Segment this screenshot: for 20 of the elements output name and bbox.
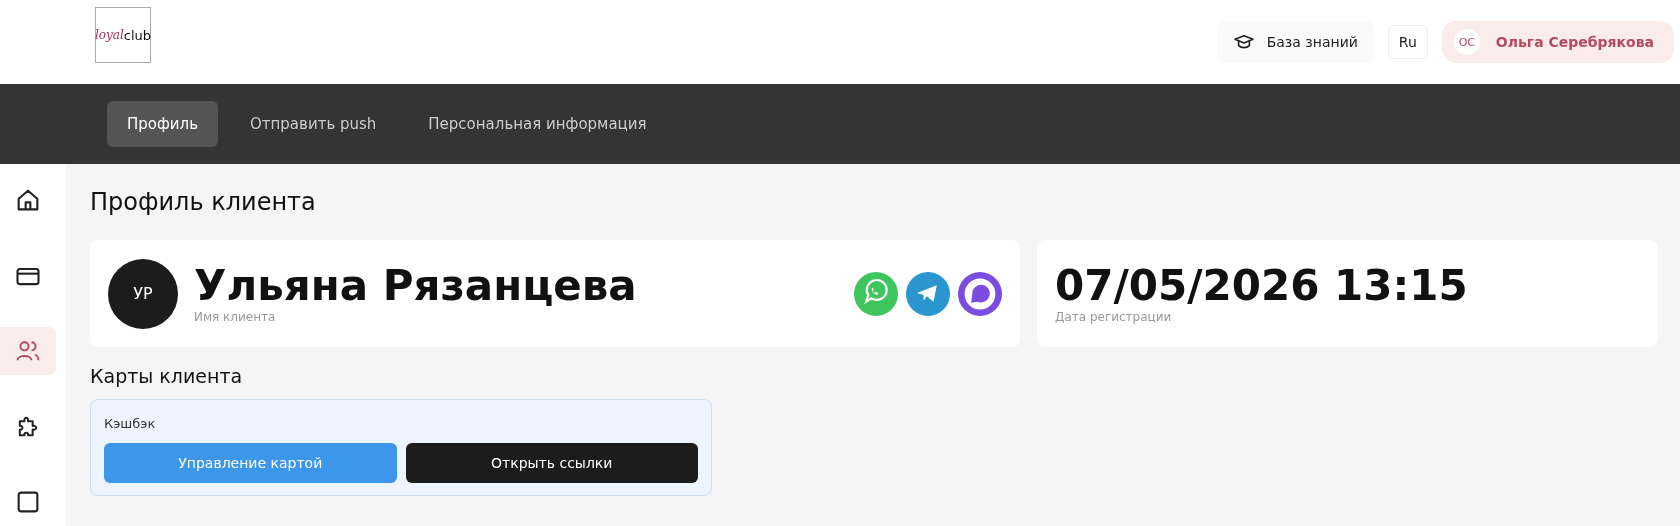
registration-caption: Дата регистрации [1055, 309, 1172, 324]
nav-tab[interactable]: Профиль [107, 101, 218, 147]
graduation-cap-icon [1232, 33, 1255, 51]
user-avatar: ОС [1453, 29, 1480, 55]
chat-bubble-icon[interactable] [958, 271, 1002, 316]
section-title: Карты клиента [90, 365, 244, 387]
client-name: Ульяна Рязанцева [194, 263, 638, 310]
open-links-button[interactable]: Открыть ссылки [405, 443, 698, 483]
client-name-caption: Имя клиента [194, 309, 277, 324]
paper-plane-icon[interactable] [906, 271, 950, 316]
card-title: Кэшбэк [104, 416, 157, 431]
user-menu-button[interactable]: ОС Ольга Серебрякова [1441, 21, 1674, 63]
registration-date: 07/05/2026 13:15 [1055, 263, 1468, 310]
client-avatar: УР [108, 258, 178, 329]
nav-tab[interactable]: Персональная информация [408, 101, 667, 147]
knowledge-base-button[interactable]: База знаний [1216, 21, 1374, 63]
page-title: Профиль клиента [90, 188, 317, 216]
nav-tab[interactable]: Отправить push [230, 101, 397, 147]
logo: loyalclub [95, 7, 151, 63]
language-button[interactable]: Ru [1387, 25, 1428, 59]
